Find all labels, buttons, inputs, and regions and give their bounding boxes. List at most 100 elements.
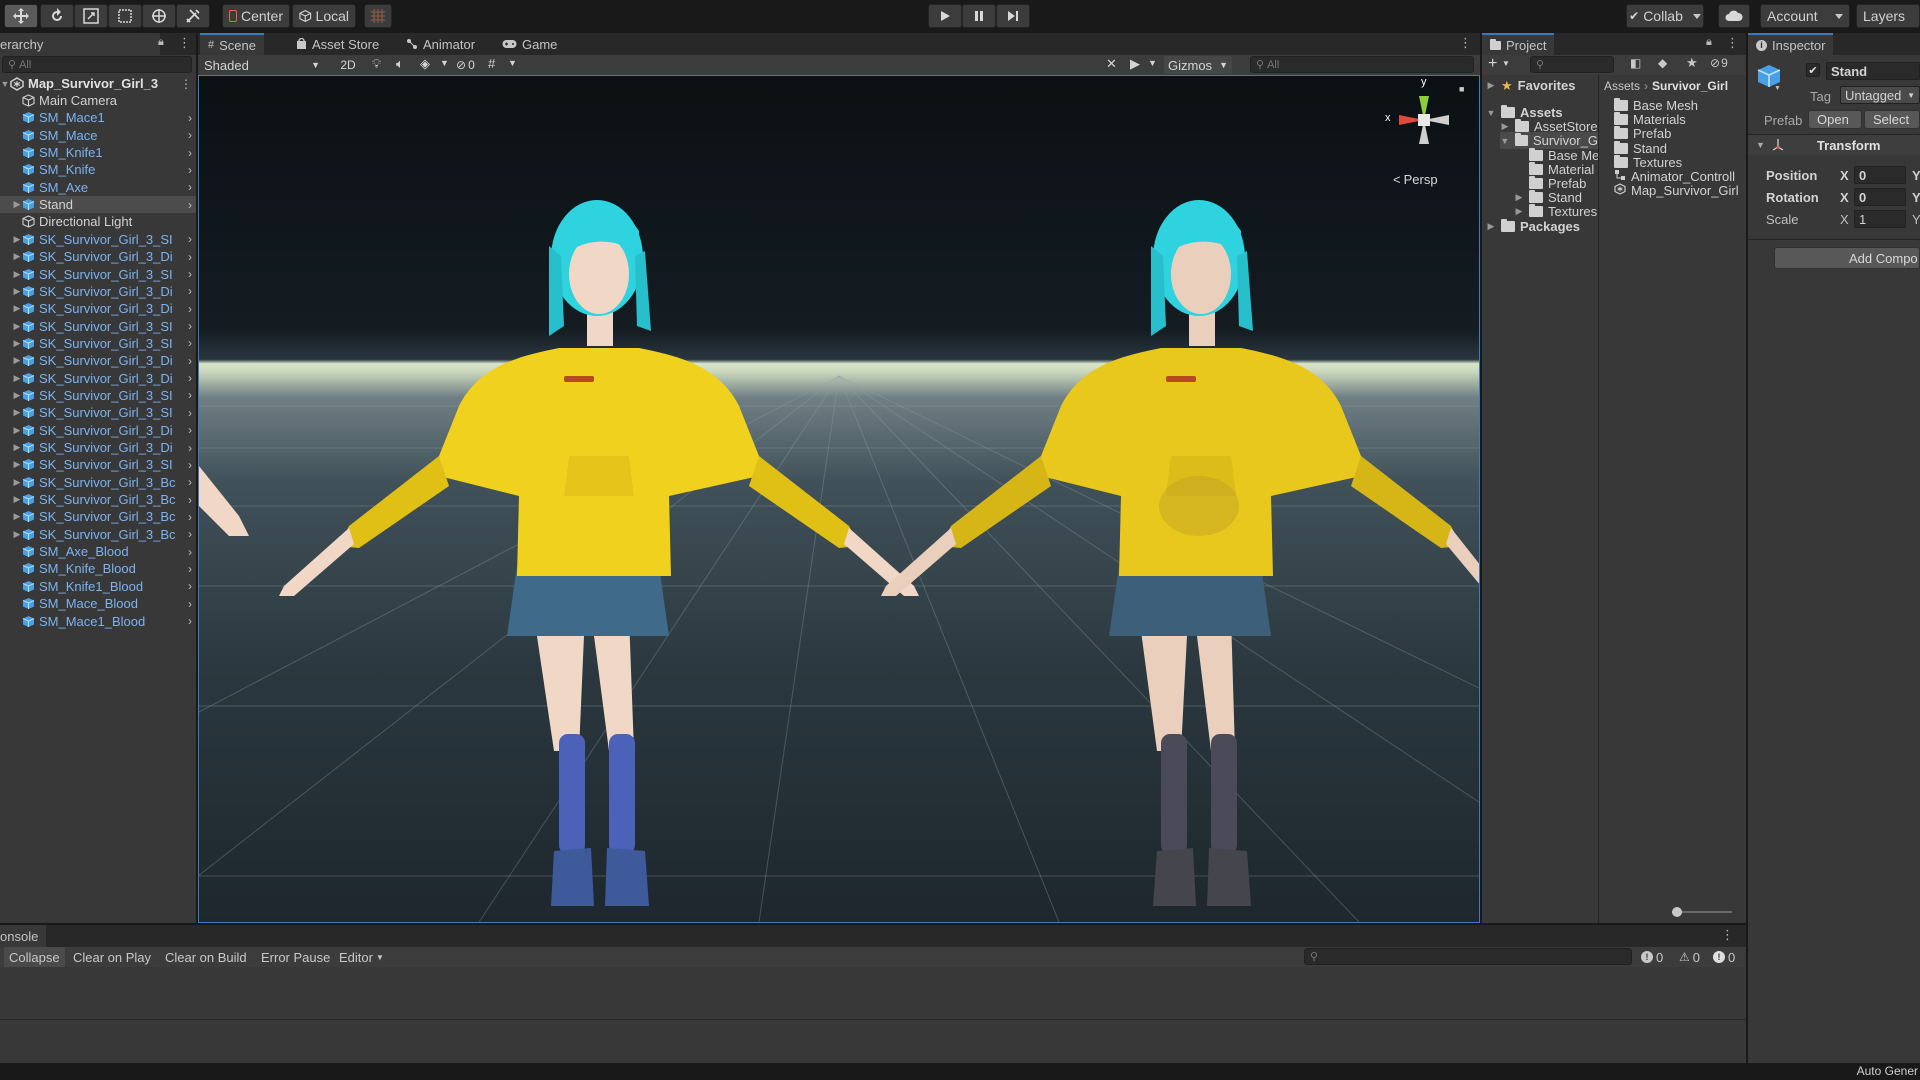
hierarchy-item[interactable]: Main Camera (0, 92, 196, 109)
open-prefab-chevron-icon[interactable]: › (188, 510, 192, 524)
hierarchy-item[interactable]: ▶ SK_Survivor_Girl_3_Bc › (0, 526, 196, 543)
tag-dropdown[interactable]: Untagged ▼ (1840, 86, 1920, 104)
gizmos-dropdown[interactable]: Gizmos ▼ (1164, 56, 1232, 74)
play-button[interactable] (928, 4, 962, 28)
open-prefab-chevron-icon[interactable]: › (188, 441, 192, 455)
transform-component-header[interactable]: ▼ Transform (1748, 135, 1920, 155)
expand-arrow-icon[interactable]: ▶ (12, 425, 22, 436)
tree-expand-icon[interactable]: ▶ (1514, 206, 1524, 217)
camera-icon[interactable]: ▶︎ (1130, 56, 1140, 72)
character-right[interactable] (881, 200, 1479, 906)
slider-handle[interactable] (1672, 907, 1682, 917)
position-x-field[interactable]: 0 (1854, 166, 1906, 184)
hierarchy-item[interactable]: SM_Axe_Blood › (0, 543, 196, 560)
effects-dropdown-icon[interactable]: ▼ (440, 58, 449, 68)
hierarchy-item[interactable]: ▶ SK_Survivor_Girl_3_Di › (0, 370, 196, 387)
add-component-button[interactable]: Add Compo (1774, 247, 1920, 269)
expand-arrow-icon[interactable]: ▶ (12, 390, 22, 401)
error-filter-toggle[interactable]: ! 0 (1708, 947, 1740, 967)
error-pause-button[interactable]: Error Pause (256, 947, 335, 967)
open-prefab-chevron-icon[interactable]: › (188, 232, 192, 246)
open-prefab-chevron-icon[interactable]: › (188, 579, 192, 593)
open-prefab-chevron-icon[interactable]: › (188, 388, 192, 402)
account-dropdown[interactable]: Account (1760, 4, 1850, 28)
scene-more-icon[interactable]: ⋮ (1459, 35, 1472, 51)
open-prefab-chevron-icon[interactable]: › (188, 336, 192, 350)
open-prefab-chevron-icon[interactable]: › (188, 250, 192, 264)
expand-arrow-icon[interactable]: ▶ (12, 355, 22, 366)
console-more-icon[interactable]: ⋮ (1721, 927, 1734, 943)
expand-arrow-icon[interactable]: ▶ (12, 251, 22, 262)
open-prefab-chevron-icon[interactable]: › (188, 527, 192, 541)
hierarchy-item[interactable]: ▶ SK_Survivor_Girl_3_SI › (0, 335, 196, 352)
step-button[interactable] (996, 4, 1030, 28)
effects-icon[interactable]: ◈ (420, 56, 430, 72)
hierarchy-item[interactable]: SM_Knife › (0, 161, 196, 178)
open-prefab-chevron-icon[interactable]: › (188, 163, 192, 177)
open-prefab-chevron-icon[interactable]: › (188, 458, 192, 472)
expand-arrow-icon[interactable]: ▶ (12, 286, 22, 297)
hierarchy-item[interactable]: ▶ SK_Survivor_Girl_3_Di › (0, 439, 196, 456)
open-prefab-chevron-icon[interactable]: › (188, 423, 192, 437)
open-prefab-chevron-icon[interactable]: › (188, 371, 192, 385)
expand-arrow-icon[interactable]: ▶ (12, 338, 22, 349)
log-filter-toggle[interactable]: ! 0 (1636, 947, 1668, 967)
tab-hierarchy[interactable]: erarchy (0, 33, 160, 55)
hierarchy-item[interactable]: SM_Knife1_Blood › (0, 578, 196, 595)
expand-arrow-icon[interactable]: ▶ (12, 321, 22, 332)
hierarchy-item[interactable]: ▶ SK_Survivor_Girl_3_SI › (0, 387, 196, 404)
collapse-button[interactable]: Collapse (4, 947, 65, 967)
tree-expand-icon[interactable]: ▶ (1486, 221, 1496, 232)
custom-tool-button[interactable] (176, 4, 210, 28)
hierarchy-item[interactable]: ▶ SK_Survivor_Girl_3_SI › (0, 318, 196, 335)
hierarchy-item[interactable]: SM_Mace › (0, 127, 196, 144)
open-prefab-chevron-icon[interactable]: › (188, 180, 192, 194)
view-tool-button[interactable] (4, 4, 38, 28)
open-prefab-chevron-icon[interactable]: › (188, 284, 192, 298)
open-prefab-chevron-icon[interactable]: › (188, 545, 192, 559)
open-prefab-chevron-icon[interactable]: › (188, 319, 192, 333)
project-tree-item[interactable]: ▶ Packages (1486, 218, 1580, 235)
create-plus-icon[interactable]: + (1488, 55, 1497, 73)
project-search-input[interactable]: ⚲ (1530, 56, 1614, 73)
scene-root-row[interactable]: ▼ Map_Survivor_Girl_3 ⋮ (0, 75, 196, 92)
space-toggle[interactable]: Local (292, 4, 356, 28)
icon-dropdown-icon[interactable]: ▼ (1774, 85, 1781, 92)
expand-arrow-icon[interactable]: ▶ (12, 494, 22, 505)
tab-inspector[interactable]: i Inspector (1748, 33, 1834, 55)
lighting-icon[interactable]: 💡︎ (372, 56, 381, 72)
cloud-button[interactable] (1718, 4, 1750, 28)
expand-arrow-icon[interactable]: ▶ (12, 477, 22, 488)
scale-tool-button[interactable] (74, 4, 108, 28)
hierarchy-item[interactable]: SM_Mace1_Blood › (0, 613, 196, 630)
more-menu-icon[interactable]: ⋮ (178, 35, 191, 51)
hierarchy-item[interactable]: ▶ SK_Survivor_Girl_3_Di › (0, 422, 196, 439)
grid-dropdown-icon[interactable]: ▼ (508, 58, 517, 68)
hierarchy-item[interactable]: ▶ Stand › (0, 196, 196, 214)
hierarchy-item[interactable]: ▶ SK_Survivor_Girl_3_Bc › (0, 474, 196, 491)
scene-menu-icon[interactable]: ⋮ (180, 77, 192, 91)
hierarchy-item[interactable]: SM_Axe › (0, 179, 196, 196)
hierarchy-item[interactable]: ▶ SK_Survivor_Girl_3_Di › (0, 283, 196, 300)
hierarchy-item[interactable]: SM_Knife1 › (0, 144, 196, 161)
filter-type-icon[interactable]: ◧ (1630, 56, 1641, 70)
rect-tool-button[interactable] (108, 4, 142, 28)
scene-viewport[interactable]: y x ■ < Persp (198, 75, 1480, 923)
rotation-x-field[interactable]: 0 (1854, 188, 1906, 206)
expand-arrow-icon[interactable]: ▶ (12, 303, 22, 314)
open-prefab-chevron-icon[interactable]: › (188, 562, 192, 576)
open-prefab-chevron-icon[interactable]: › (188, 597, 192, 611)
transform-tool-button[interactable] (142, 4, 176, 28)
hidden-packages-toggle[interactable]: ⊘ 9 (1710, 56, 1728, 70)
hierarchy-item[interactable]: ▶ SK_Survivor_Girl_3_Bc › (0, 508, 196, 525)
console-split-divider[interactable] (0, 1019, 1746, 1020)
open-prefab-chevron-icon[interactable]: › (188, 614, 192, 628)
tab-scene[interactable]: # Scene (200, 33, 264, 55)
hierarchy-item[interactable]: SM_Mace_Blood › (0, 595, 196, 612)
expand-arrow-icon[interactable]: ▶ (12, 442, 22, 453)
tree-expand-icon[interactable]: ▶ (1500, 121, 1510, 132)
tree-expand-icon[interactable]: ▼ (1486, 108, 1496, 118)
expand-arrow-icon[interactable]: ▶ (12, 373, 22, 384)
expand-arrow-icon[interactable]: ▶ (12, 407, 22, 418)
hierarchy-item[interactable]: SM_Mace1 › (0, 109, 196, 126)
